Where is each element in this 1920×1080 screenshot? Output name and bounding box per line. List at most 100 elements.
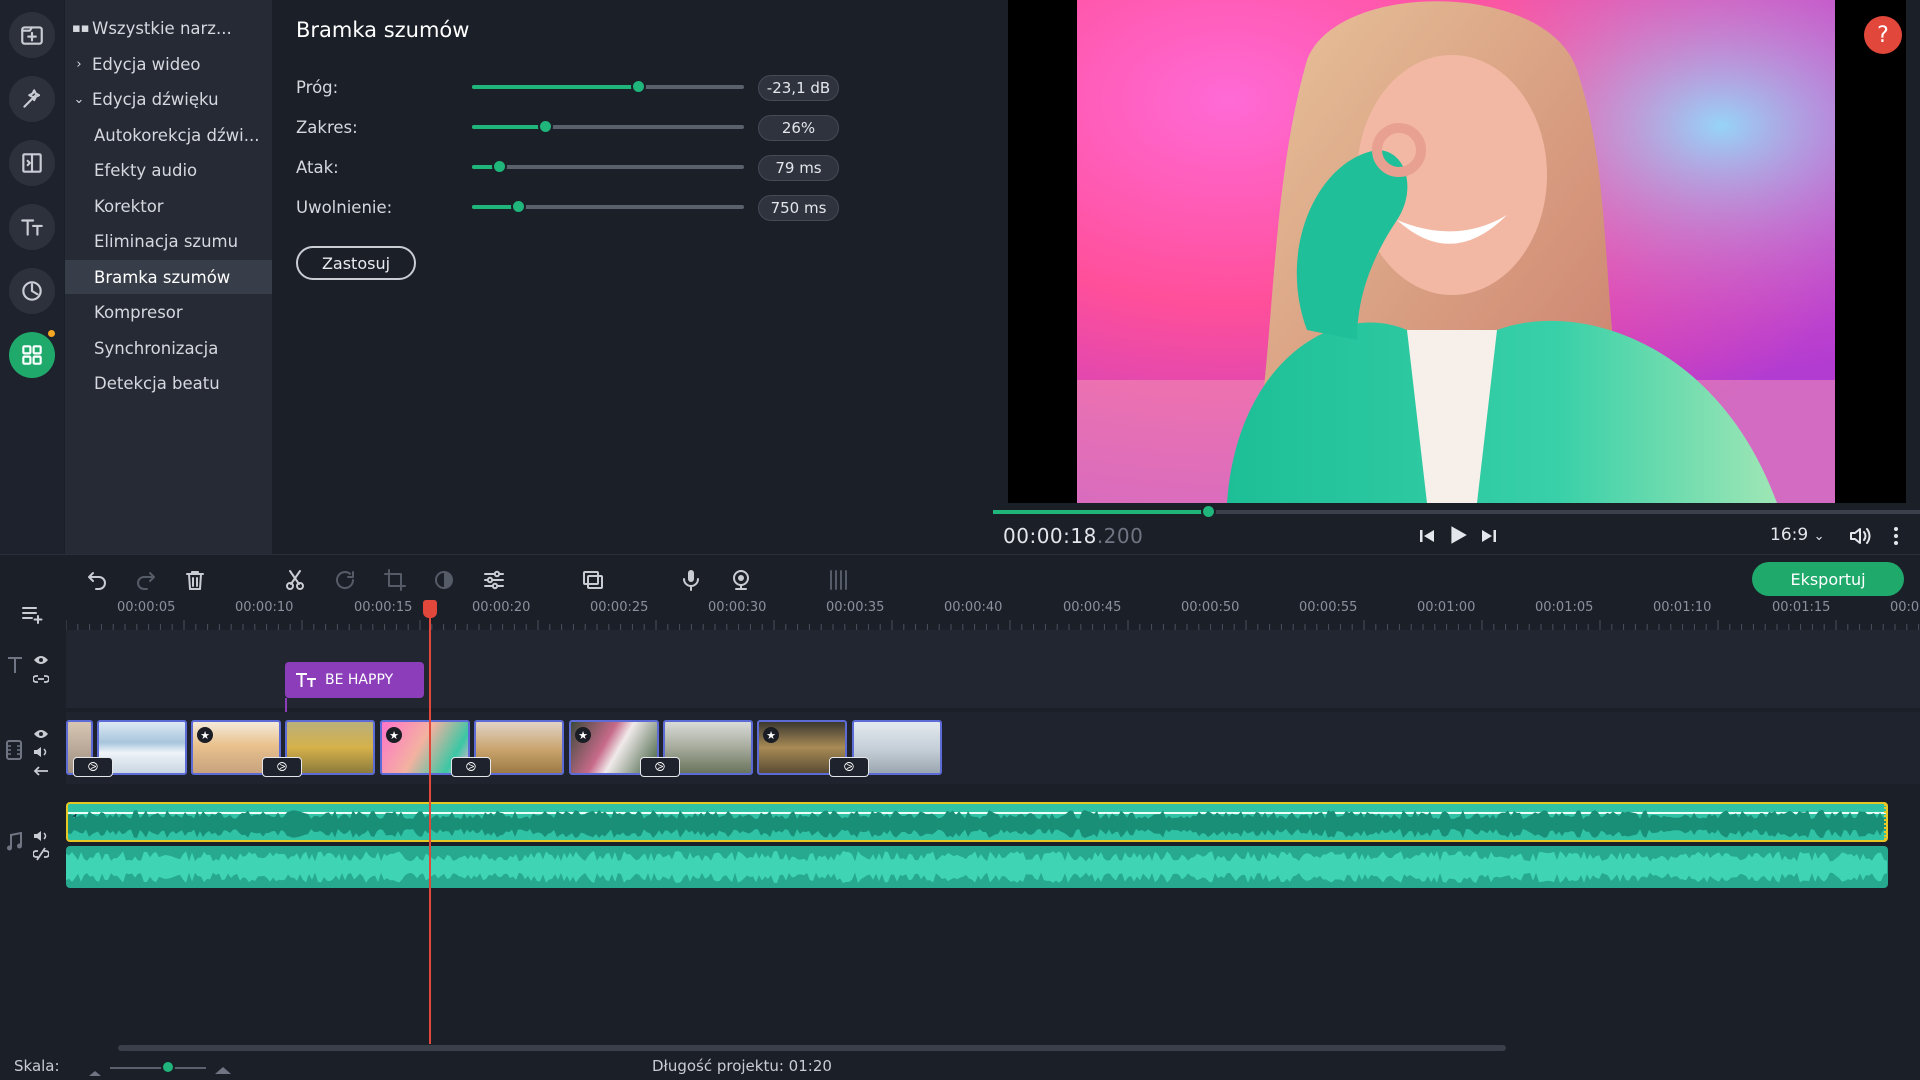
menu-item-auto-correction[interactable]: Autokorekcja dźwi... — [65, 118, 272, 152]
release-slider[interactable] — [472, 199, 744, 214]
apply-button[interactable]: Zastosuj — [296, 246, 416, 280]
link-icon[interactable] — [32, 670, 50, 690]
range-slider[interactable] — [472, 119, 744, 134]
record-audio-button[interactable] — [677, 566, 705, 594]
range-fill — [472, 125, 546, 129]
play-icon — [1451, 526, 1467, 544]
transition-marker[interactable]: ⧁ — [262, 757, 302, 777]
menu-item-noise-gate[interactable]: Bramka szumów — [65, 260, 272, 294]
ruler-label: 00:01:10 — [1653, 600, 1712, 615]
titles-button[interactable] — [9, 204, 55, 250]
help-button[interactable]: ? — [1864, 16, 1902, 54]
time-main: 00:00:18 — [1003, 524, 1097, 548]
ruler-label: 00:00:20 — [472, 600, 531, 615]
transition-marker[interactable]: ⧁ — [829, 757, 869, 777]
menu-item-audio-effects[interactable]: Efekty audio — [65, 153, 272, 187]
waveform-bottom — [66, 851, 1887, 883]
time-ms: .200 — [1096, 524, 1144, 548]
volume-button[interactable] — [1846, 523, 1874, 549]
clip-properties-button[interactable] — [480, 566, 508, 594]
ruler-label: 00:01:15 — [1772, 600, 1831, 615]
scale-slider[interactable] — [110, 1067, 206, 1069]
menu-all-tools[interactable]: ▪▪ Wszystkie narz... — [65, 11, 272, 45]
release-value[interactable]: 750 ms — [758, 195, 839, 221]
redo-button[interactable] — [132, 566, 160, 594]
import-button[interactable] — [9, 12, 55, 58]
chevron-down-icon: ⌄ — [1813, 529, 1825, 544]
attack-knob[interactable] — [492, 159, 508, 174]
attack-slider[interactable] — [472, 159, 744, 174]
cut-button[interactable] — [281, 566, 309, 594]
transition-marker[interactable]: ⧁ — [640, 757, 680, 777]
favorite-icon: ★ — [575, 727, 591, 743]
transition-icon: ⧁ — [87, 759, 99, 775]
menu-audio-editing[interactable]: ⌄ Edycja dźwięku — [65, 82, 272, 116]
playhead[interactable] — [429, 604, 431, 1044]
redo-icon — [137, 572, 155, 590]
eye-icon[interactable] — [33, 651, 49, 671]
more-tools-button[interactable] — [9, 332, 55, 378]
menu-item-sync[interactable]: Synchronizacja — [65, 331, 272, 365]
zoom-out-icon[interactable] — [88, 1062, 102, 1080]
next-frame-button[interactable] — [1476, 523, 1502, 549]
title-clip[interactable]: BE HAPPY — [285, 662, 424, 698]
more-options-button[interactable] — [1886, 523, 1906, 549]
range-label: Zakres: — [296, 118, 358, 137]
audio-clip[interactable] — [66, 846, 1888, 888]
favorite-icon: ★ — [386, 727, 402, 743]
rotate-button[interactable] — [331, 566, 359, 594]
timeline-ruler[interactable]: 00:00:05 00:00:10 00:00:15 00:00:20 00:0… — [66, 600, 1920, 630]
transitions-button[interactable] — [9, 140, 55, 186]
threshold-value[interactable]: -23,1 dB — [758, 75, 839, 101]
transition-icon: ⧁ — [654, 759, 666, 775]
range-knob[interactable] — [538, 119, 554, 134]
attack-value[interactable]: 79 ms — [758, 155, 839, 181]
speaker-icon[interactable] — [33, 827, 49, 847]
arrow-left-icon[interactable] — [33, 762, 49, 782]
aspect-ratio-select[interactable]: 16:9 ⌄ — [1770, 525, 1825, 545]
speaker-icon[interactable] — [33, 743, 49, 763]
delete-button[interactable] — [181, 566, 209, 594]
add-track-button[interactable] — [18, 600, 46, 628]
menu-item-beat-detection[interactable]: Detekcja beatu — [65, 366, 272, 400]
eye-icon[interactable] — [33, 725, 49, 745]
unlink-icon[interactable] — [32, 846, 50, 866]
audio-clip-end[interactable] — [1884, 804, 1888, 840]
color-adjust-button[interactable] — [430, 566, 458, 594]
transition-icon: ⧁ — [276, 759, 288, 775]
release-knob[interactable] — [511, 199, 527, 214]
playhead-handle[interactable] — [423, 600, 437, 618]
playback-time: 00:00:18.200 — [1003, 524, 1143, 548]
preview-progress-knob[interactable] — [1201, 504, 1216, 519]
range-value[interactable]: 26% — [758, 115, 839, 141]
export-button[interactable]: Eksportuj — [1752, 562, 1904, 596]
zoom-in-icon[interactable] — [214, 1060, 232, 1080]
menu-item-equalizer[interactable]: Korektor — [65, 189, 272, 223]
menu-video-editing[interactable]: › Edycja wideo — [65, 47, 272, 81]
undo-icon — [88, 572, 106, 590]
chevron-down-icon: ⌄ — [73, 91, 85, 107]
stickers-button[interactable] — [9, 268, 55, 314]
transition-marker[interactable]: ⧁ — [451, 757, 491, 777]
status-bar: Skala: Długość projektu: 01:20 — [0, 1052, 1920, 1080]
step-back-icon — [1420, 530, 1434, 542]
audio-clip[interactable]: 3 — [66, 802, 1888, 842]
crop-button[interactable] — [381, 566, 409, 594]
effects-button[interactable] — [9, 76, 55, 122]
menu-item-compressor[interactable]: Kompresor — [65, 295, 272, 329]
transition-marker[interactable]: ⧁ — [73, 757, 113, 777]
overlay-button[interactable] — [579, 566, 607, 594]
record-video-button[interactable] — [727, 566, 755, 594]
threshold-knob[interactable] — [630, 79, 646, 94]
scale-knob[interactable] — [161, 1060, 175, 1074]
undo-button[interactable] — [83, 566, 111, 594]
transition-icon: ⧁ — [843, 759, 855, 775]
microphone-icon — [683, 570, 699, 591]
play-button[interactable] — [1443, 520, 1473, 550]
multi-track-button[interactable] — [825, 566, 853, 594]
menu-item-noise-removal[interactable]: Eliminacja szumu — [65, 224, 272, 258]
ruler-label: 00:0 — [1890, 600, 1920, 615]
threshold-slider[interactable] — [472, 79, 744, 94]
prev-frame-button[interactable] — [1414, 523, 1440, 549]
timeline-scrollbar[interactable] — [118, 1045, 1506, 1051]
